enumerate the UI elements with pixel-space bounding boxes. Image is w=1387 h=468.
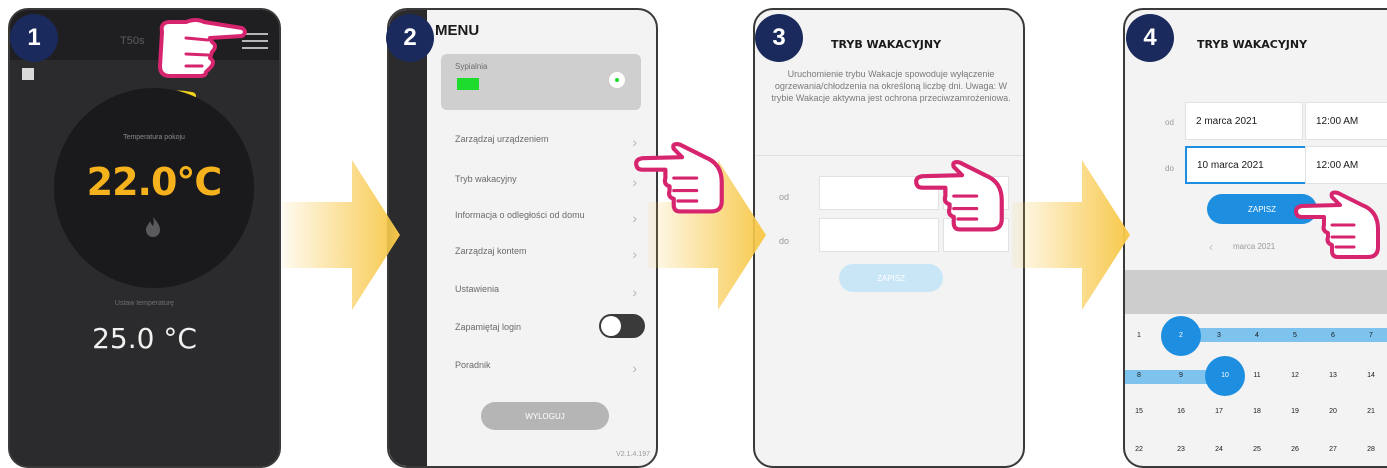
to-label: do — [1165, 164, 1174, 173]
chevron-left-icon[interactable]: ‹ — [1209, 240, 1213, 254]
phone-screen-vacation-empty: TRYB WAKACYJNY Uruchomienie trybu Wakacj… — [753, 8, 1025, 468]
save-button[interactable]: ZAPISZ — [839, 264, 943, 292]
chevron-right-icon: › — [632, 360, 637, 376]
to-date-field[interactable]: 10 marca 2021 — [1185, 146, 1307, 184]
calendar-day[interactable]: 23 — [1171, 446, 1191, 453]
menu-item-vacation-mode[interactable]: Tryb wakacyjny › — [455, 174, 645, 214]
calendar-day[interactable]: 6 — [1323, 332, 1343, 339]
menu-item-guide[interactable]: Poradnik › — [455, 360, 645, 400]
calendar-month: marca 2021 — [1233, 242, 1276, 251]
calendar-day[interactable]: 9 — [1171, 372, 1191, 379]
calendar-day[interactable]: 26 — [1285, 446, 1305, 453]
to-time-field[interactable]: 12:00 AM — [1305, 146, 1387, 184]
menu-item-label: Zarządzaj kontem — [455, 246, 527, 256]
set-temp-label: Ustaw temperaturę — [114, 300, 175, 307]
pointing-hand-icon — [1294, 190, 1380, 259]
calendar-day[interactable]: 20 — [1323, 408, 1343, 415]
calendar-day[interactable]: 12 — [1285, 372, 1305, 379]
device-select-radio[interactable] — [609, 72, 625, 88]
calendar-day[interactable]: 7 — [1361, 332, 1381, 339]
from-date-field[interactable]: 2 marca 2021 — [1185, 102, 1303, 140]
phone-screen-menu: MENU Sypialnia Zarządzaj urządzeniem › T… — [387, 8, 658, 468]
calendar-day[interactable]: 27 — [1323, 446, 1343, 453]
right-arrow-icon — [1012, 160, 1130, 310]
chevron-right-icon: › — [632, 246, 637, 262]
right-arrow-icon — [282, 160, 400, 310]
vacation-description: Uruchomienie trybu Wakacje spowoduje wył… — [771, 69, 1011, 103]
menu-item-manage-device[interactable]: Zarządzaj urządzeniem › — [455, 134, 645, 174]
calendar-day[interactable]: 3 — [1209, 332, 1229, 339]
calendar-day[interactable]: 21 — [1361, 408, 1381, 415]
menu-item-manage-account[interactable]: Zarządzaj kontem › — [455, 246, 645, 286]
calendar-day[interactable]: 1 — [1129, 332, 1149, 339]
from-label: od — [1165, 118, 1174, 127]
set-temperature: 25.0 °C — [92, 322, 197, 355]
current-temp-label: Temperatura pokoju — [123, 134, 185, 141]
step-badge: 4 — [1126, 14, 1174, 62]
pointing-hand-icon — [914, 160, 1004, 232]
divider — [755, 155, 1023, 156]
tutorial-steps: T50s Temperatura pokoju 22.0°C Ustaw tem… — [0, 0, 1387, 468]
calendar-day[interactable]: 16 — [1171, 408, 1191, 415]
screen-title: TRYB WAKACYJNY — [831, 38, 942, 51]
calendar-weekday-header — [1125, 270, 1387, 314]
menu-item-label: Ustawienia — [455, 284, 500, 294]
device-card-name: Sypialnia — [455, 62, 488, 71]
thermostat-dial[interactable]: Temperatura pokoju 22.0°C — [54, 88, 254, 288]
menu-item-label: Informacja o odległości od domu — [455, 210, 585, 220]
menu-item-label: Tryb wakacyjny — [455, 174, 517, 184]
step-badge: 3 — [755, 14, 803, 62]
calendar-day[interactable]: 22 — [1129, 446, 1149, 453]
device-status-icon — [22, 68, 34, 80]
device-name: T50s — [120, 35, 145, 47]
menu-item-label: Zapamiętaj login — [455, 322, 522, 332]
from-time-field[interactable]: 12:00 AM — [1305, 102, 1387, 140]
calendar-day[interactable]: 10 — [1215, 372, 1235, 379]
calendar-day[interactable]: 2 — [1171, 332, 1191, 339]
step-badge: 2 — [386, 14, 434, 62]
calendar-day[interactable]: 4 — [1247, 332, 1267, 339]
menu-item-label: Zarządzaj urządzeniem — [455, 134, 549, 144]
calendar-day[interactable]: 5 — [1285, 332, 1305, 339]
calendar-day[interactable]: 8 — [1129, 372, 1149, 379]
calendar-day[interactable]: 15 — [1129, 408, 1149, 415]
app-version: V2.1.4.197 — [616, 451, 650, 458]
device-card[interactable]: Sypialnia — [441, 54, 641, 110]
step-badge: 1 — [10, 14, 58, 62]
menu-item-label: Poradnik — [455, 360, 491, 370]
logout-button[interactable]: WYLOGUJ — [481, 402, 609, 430]
from-label: od — [779, 192, 790, 202]
selected-range-band — [1173, 328, 1387, 342]
menu-title: MENU — [435, 22, 480, 39]
calendar-day[interactable]: 13 — [1323, 372, 1343, 379]
calendar-day[interactable]: 19 — [1285, 408, 1305, 415]
remember-login-toggle[interactable] — [599, 314, 645, 338]
to-label: do — [779, 236, 790, 246]
calendar-day[interactable]: 11 — [1247, 372, 1267, 379]
calendar-day[interactable]: 24 — [1209, 446, 1229, 453]
current-temperature: 22.0°C — [86, 160, 223, 204]
calendar-day[interactable]: 14 — [1361, 372, 1381, 379]
calendar-day[interactable]: 25 — [1247, 446, 1267, 453]
menu-item-distance-info[interactable]: Informacja o odległości od domu › — [455, 210, 645, 250]
screen-title: TRYB WAKACYJNY — [1197, 38, 1308, 51]
chevron-right-icon: › — [632, 284, 637, 300]
calendar-day[interactable]: 17 — [1209, 408, 1229, 415]
calendar-day[interactable]: 28 — [1361, 446, 1381, 453]
pointing-hand-icon — [158, 18, 247, 78]
pointing-hand-icon — [634, 142, 724, 214]
device-status-indicator — [457, 78, 479, 90]
flame-icon — [146, 217, 160, 237]
calendar-day[interactable]: 18 — [1247, 408, 1267, 415]
